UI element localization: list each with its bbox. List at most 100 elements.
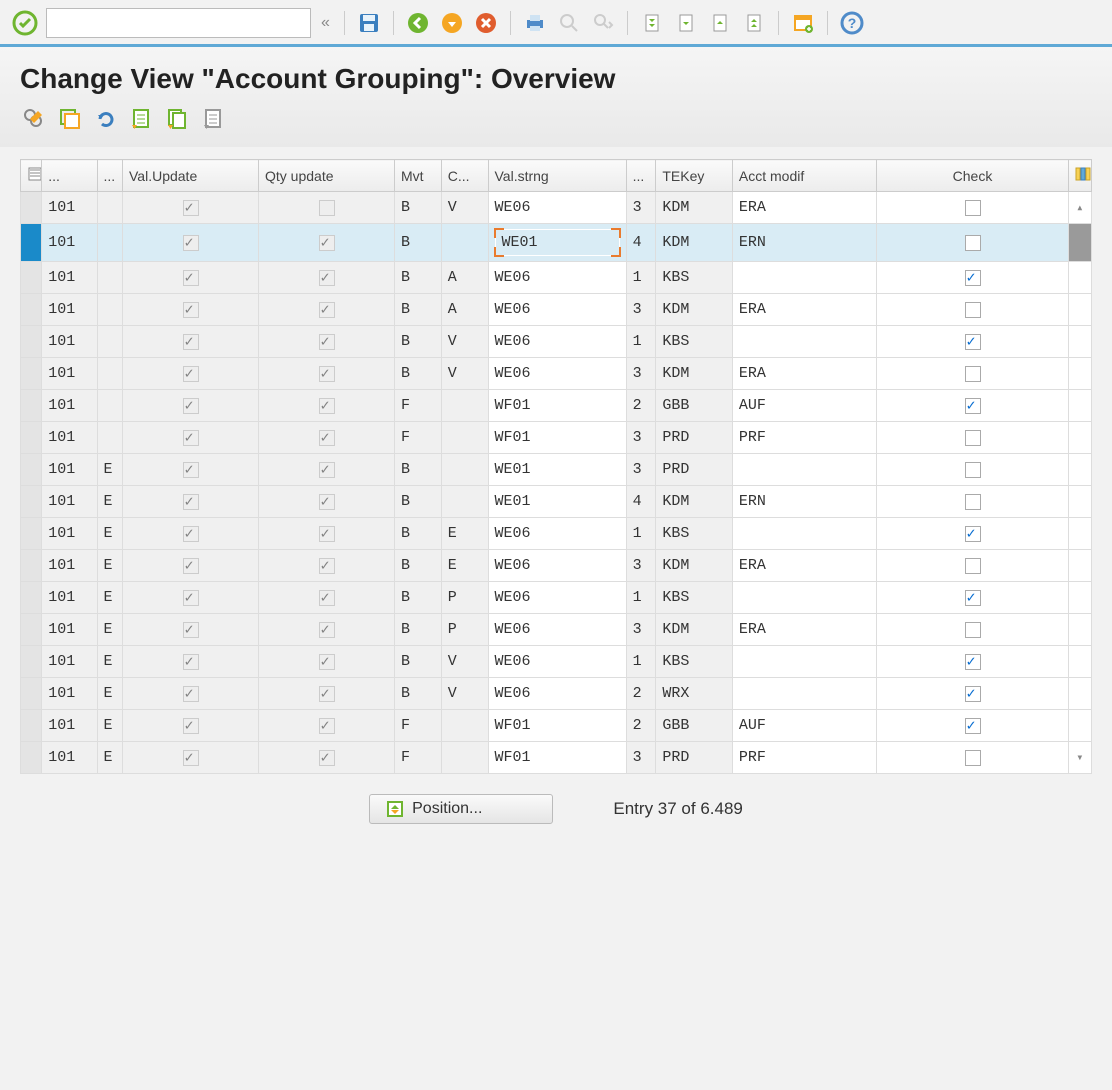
help-icon[interactable]: ? — [838, 9, 866, 37]
cell-acct-modif[interactable] — [732, 262, 877, 294]
cell-check[interactable] — [877, 390, 1068, 422]
table-row[interactable]: 101BWE014KDMERN — [21, 224, 1092, 262]
cell-check[interactable] — [877, 710, 1068, 742]
cell-val-strng[interactable]: WF01 — [488, 710, 626, 742]
scrollbar-track[interactable] — [1068, 486, 1091, 518]
cell-check[interactable] — [877, 646, 1068, 678]
exit-icon[interactable] — [438, 9, 466, 37]
row-selector[interactable] — [21, 326, 42, 358]
cell-check[interactable] — [877, 486, 1068, 518]
scrollbar-track[interactable] — [1068, 646, 1091, 678]
cell-check[interactable] — [877, 294, 1068, 326]
col-code[interactable]: ... — [42, 160, 97, 192]
table-row[interactable]: 101EFWF013PRDPRF▾ — [21, 742, 1092, 774]
col-qty-update[interactable]: Qty update — [259, 160, 395, 192]
checkbox-icon[interactable] — [965, 462, 981, 478]
row-selector[interactable] — [21, 646, 42, 678]
cell-val-strng[interactable]: WE06 — [488, 518, 626, 550]
row-selector[interactable] — [21, 224, 42, 262]
configure-columns-icon[interactable] — [1068, 160, 1091, 192]
table-row[interactable]: 101EBWE014KDMERN — [21, 486, 1092, 518]
cell-check[interactable] — [877, 422, 1068, 454]
row-selector[interactable] — [21, 192, 42, 224]
scrollbar-track[interactable] — [1068, 326, 1091, 358]
checkbox-icon[interactable] — [965, 622, 981, 638]
last-page-icon[interactable] — [740, 9, 768, 37]
checkbox-icon[interactable] — [965, 235, 981, 251]
scrollbar-track[interactable] — [1068, 678, 1091, 710]
checkbox-icon[interactable] — [965, 398, 981, 414]
col-cnt[interactable]: ... — [626, 160, 656, 192]
scrollbar-track[interactable] — [1068, 614, 1091, 646]
cell-check[interactable] — [877, 614, 1068, 646]
checkbox-icon[interactable] — [965, 366, 981, 382]
cell-check[interactable] — [877, 262, 1068, 294]
table-row[interactable]: 101FWF012GBBAUF — [21, 390, 1092, 422]
cell-val-strng[interactable]: WE06 — [488, 582, 626, 614]
select-all-icon[interactable] — [56, 105, 82, 131]
row-selector[interactable] — [21, 742, 42, 774]
scrollbar-track[interactable]: ▾ — [1068, 742, 1091, 774]
cell-acct-modif[interactable]: AUF — [732, 390, 877, 422]
checkbox-icon[interactable] — [965, 494, 981, 510]
checkbox-icon[interactable] — [965, 302, 981, 318]
history-back-icon[interactable]: « — [317, 14, 334, 32]
new-session-icon[interactable] — [789, 9, 817, 37]
cell-val-strng[interactable]: WE06 — [488, 262, 626, 294]
cell-val-strng[interactable]: WE06 — [488, 678, 626, 710]
col-mvt[interactable]: Mvt — [395, 160, 442, 192]
select-column-icon[interactable] — [21, 160, 42, 192]
cell-check[interactable] — [877, 454, 1068, 486]
cell-acct-modif[interactable]: PRF — [732, 422, 877, 454]
cell-acct-modif[interactable]: ERA — [732, 550, 877, 582]
scrollbar-track[interactable] — [1068, 518, 1091, 550]
scrollbar-track[interactable] — [1068, 224, 1091, 262]
checkbox-icon[interactable] — [965, 558, 981, 574]
next-page-icon[interactable] — [706, 9, 734, 37]
cell-val-strng[interactable]: WE06 — [488, 192, 626, 224]
change-icon[interactable] — [20, 105, 46, 131]
delete-icon[interactable] — [200, 105, 226, 131]
cell-acct-modif[interactable]: ERA — [732, 358, 877, 390]
cell-check[interactable] — [877, 326, 1068, 358]
scrollbar-track[interactable] — [1068, 262, 1091, 294]
checkbox-icon[interactable] — [965, 334, 981, 350]
cell-acct-modif[interactable]: ERA — [732, 192, 877, 224]
scrollbar-track[interactable] — [1068, 550, 1091, 582]
col-val-update[interactable]: Val.Update — [123, 160, 259, 192]
cell-check[interactable] — [877, 192, 1068, 224]
col-acct-modif[interactable]: Acct modif — [732, 160, 877, 192]
cell-acct-modif[interactable]: ERN — [732, 224, 877, 262]
checkbox-icon[interactable] — [965, 270, 981, 286]
scrollbar-track[interactable] — [1068, 582, 1091, 614]
scrollbar-track[interactable] — [1068, 294, 1091, 326]
checkbox-icon[interactable] — [965, 200, 981, 216]
checkbox-icon[interactable] — [965, 430, 981, 446]
cancel-icon[interactable] — [472, 9, 500, 37]
cell-acct-modif[interactable]: ERN — [732, 486, 877, 518]
copy-icon[interactable] — [164, 105, 190, 131]
print-icon[interactable] — [521, 9, 549, 37]
save-icon[interactable] — [355, 9, 383, 37]
row-selector[interactable] — [21, 614, 42, 646]
cell-acct-modif[interactable]: AUF — [732, 710, 877, 742]
row-selector[interactable] — [21, 358, 42, 390]
table-row[interactable]: 101EBPWE061KBS — [21, 582, 1092, 614]
row-selector[interactable] — [21, 486, 42, 518]
prev-page-icon[interactable] — [672, 9, 700, 37]
table-row[interactable]: 101EFWF012GBBAUF — [21, 710, 1092, 742]
row-selector[interactable] — [21, 550, 42, 582]
cell-val-strng[interactable]: WE06 — [488, 326, 626, 358]
cell-val-strng[interactable]: WE01 — [488, 486, 626, 518]
cell-val-strng[interactable]: WE06 — [488, 294, 626, 326]
scrollbar-track[interactable] — [1068, 358, 1091, 390]
scrollbar-track[interactable] — [1068, 454, 1091, 486]
cell-val-strng[interactable]: WF01 — [488, 390, 626, 422]
cell-check[interactable] — [877, 518, 1068, 550]
col-cns[interactable]: C... — [441, 160, 488, 192]
cell-acct-modif[interactable] — [732, 582, 877, 614]
cell-val-strng[interactable]: WE06 — [488, 614, 626, 646]
cell-acct-modif[interactable]: ERA — [732, 294, 877, 326]
account-grouping-table[interactable]: ... ... Val.Update Qty update Mvt C... V… — [20, 159, 1092, 774]
checkbox-icon[interactable] — [965, 686, 981, 702]
